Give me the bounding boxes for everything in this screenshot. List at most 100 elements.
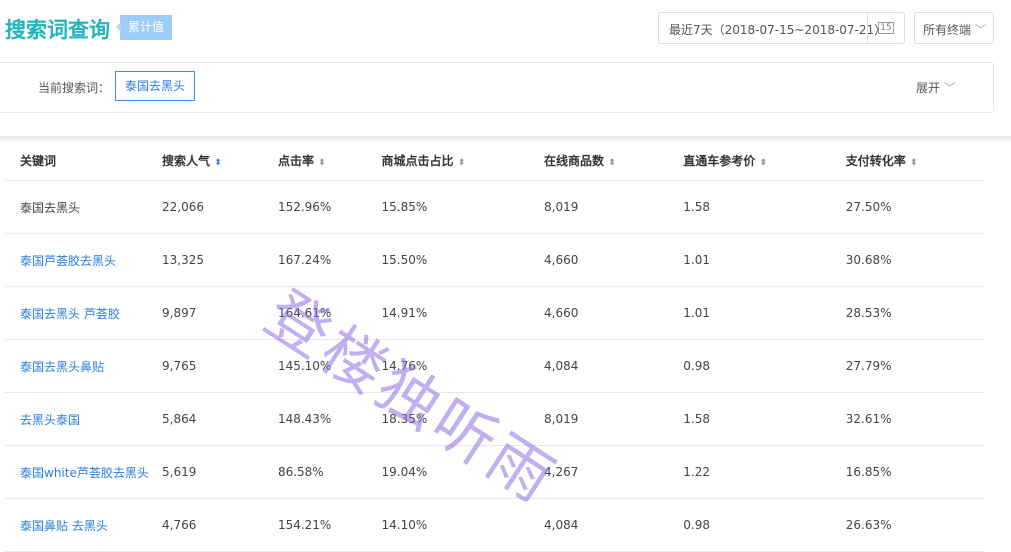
- table-cell: 0.98: [683, 498, 846, 552]
- table-cell: 8,019: [544, 392, 684, 446]
- cell-value: 14.10%: [381, 518, 428, 532]
- table-cell: 14.76%: [381, 339, 545, 393]
- table-cell: 泰国去黑头鼻贴: [5, 339, 162, 393]
- keyword-link[interactable]: 泰国鼻贴 去黑头: [20, 519, 108, 533]
- current-keyword-label: 当前搜索词：: [38, 81, 111, 95]
- table-cell: 14.91%: [381, 286, 545, 340]
- table-cell: 4,267: [544, 445, 684, 499]
- table-cell: 1.58: [683, 392, 846, 446]
- cell-value: 19.04%: [381, 465, 428, 479]
- cell-value: 5,864: [162, 412, 197, 426]
- table-cell: 泰国white芦荟胶去黑头: [5, 445, 162, 499]
- table-cell: 22,066: [162, 180, 278, 234]
- cell-value: 28.53%: [845, 306, 892, 320]
- column-header[interactable]: 点击率 ⬍: [277, 140, 382, 181]
- table-cell: 9,765: [162, 339, 278, 393]
- cell-value: 15.50%: [381, 253, 428, 267]
- column-header-label: 关键词: [20, 153, 57, 168]
- expand-label: 展开: [916, 81, 941, 95]
- table-cell: 1.58: [683, 180, 846, 234]
- current-keyword-tag[interactable]: 泰国去黑头: [115, 71, 195, 101]
- column-header-label: 直通车参考价: [683, 153, 756, 168]
- table-row: 泰国去黑头 芦荟胶 9,897 164.61% 14.91% 4,660 1.01 28.5…: [5, 286, 985, 340]
- cell-value: 15.85%: [381, 200, 428, 214]
- column-header[interactable]: 直通车参考价 ⬍: [683, 140, 846, 181]
- cell-value: 86.58%: [277, 465, 324, 479]
- cell-value: 26.63%: [845, 518, 892, 532]
- date-range-text: 最近7天（2018-07-15~2018-07-21）: [669, 23, 887, 37]
- table-cell: 4,766: [162, 498, 278, 552]
- table-cell: 86.58%: [277, 445, 382, 499]
- cell-value: 0.98: [683, 359, 710, 373]
- table-cell: 4,084: [544, 339, 684, 393]
- table-cell: 167.24%: [277, 233, 382, 287]
- calendar-icon[interactable]: 15: [867, 13, 904, 43]
- column-header[interactable]: 商城点击占比 ⬍: [381, 140, 545, 181]
- column-header[interactable]: 在线商品数 ⬍: [544, 140, 684, 181]
- table-row: 去黑头泰国 5,864 148.43% 18.35% 8,019 1.58 32.61%: [5, 392, 985, 446]
- table-cell: 0.98: [683, 339, 846, 393]
- cell-value: 22,066: [162, 200, 204, 214]
- table-row: 泰国鼻贴 去黑头 4,766 154.21% 14.10% 4,084 0.98 26.63…: [5, 498, 985, 552]
- cell-value: 1.01: [683, 253, 710, 267]
- table-cell: 泰国去黑头: [5, 180, 162, 234]
- cell-value: 18.35%: [381, 412, 428, 426]
- table-cell: 19.04%: [381, 445, 545, 499]
- sort-icon[interactable]: ⬍: [608, 158, 616, 168]
- table-cell: 148.43%: [277, 392, 382, 446]
- table-cell: 28.53%: [845, 286, 985, 340]
- cell-value: 8,019: [544, 412, 579, 426]
- table-cell: 泰国芦荟胶去黑头: [5, 233, 162, 287]
- table-cell: 4,660: [544, 286, 684, 340]
- table-row: 泰国去黑头 22,066 152.96% 15.85% 8,019 1.58 27.50%: [5, 180, 985, 234]
- terminal-select[interactable]: 所有终端 ﹀: [914, 12, 994, 44]
- table-row: 泰国white芦荟胶去黑头 5,619 86.58% 19.04% 4,267 1.22 1…: [5, 445, 985, 499]
- table-cell: 5,619: [162, 445, 278, 499]
- sort-icon[interactable]: ⬍: [318, 158, 326, 168]
- table-cell: 152.96%: [277, 180, 382, 234]
- column-header[interactable]: 搜索人气 ⬍: [162, 140, 278, 181]
- cell-value: 148.43%: [277, 412, 332, 426]
- column-header[interactable]: 支付转化率 ⬍: [845, 140, 985, 181]
- table-cell: 26.63%: [845, 498, 985, 552]
- sort-icon[interactable]: ⬍: [910, 158, 918, 168]
- table-cell: 145.10%: [277, 339, 382, 393]
- keyword-link[interactable]: 泰国芦荟胶去黑头: [20, 254, 116, 268]
- sort-icon[interactable]: ⬍: [759, 158, 767, 168]
- table-cell: 4,084: [544, 498, 684, 552]
- cell-value: 4,660: [544, 306, 579, 320]
- cell-value: 4,766: [162, 518, 197, 532]
- cell-value: 4,084: [544, 518, 579, 532]
- keyword-link[interactable]: 泰国去黑头鼻贴: [20, 360, 104, 374]
- table-cell: 1.01: [683, 233, 846, 287]
- cell-value: 154.21%: [277, 518, 332, 532]
- cumulative-badge: 累计值: [115, 15, 173, 40]
- cell-value: 16.85%: [845, 465, 892, 479]
- table-row: 泰国去黑头鼻贴 9,765 145.10% 14.76% 4,084 0.98 27.79%: [5, 339, 985, 393]
- keyword-link[interactable]: 泰国去黑头 芦荟胶: [20, 307, 120, 321]
- sort-icon[interactable]: ⬍: [214, 158, 222, 168]
- sort-icon[interactable]: ⬍: [458, 158, 466, 168]
- column-header: 关键词: [5, 140, 162, 181]
- calendar-day: 15: [878, 22, 894, 34]
- table-cell: 15.85%: [381, 180, 545, 234]
- page-title: 搜索词查询: [5, 18, 110, 42]
- chevron-down-icon: ﹀: [974, 23, 987, 37]
- expand-button[interactable]: 展开 ﹀: [916, 79, 956, 96]
- table-row: 泰国芦荟胶去黑头 13,325 167.24% 15.50% 4,660 1.01 30.6…: [5, 233, 985, 287]
- cell-value: 164.61%: [277, 306, 332, 320]
- table-cell: 8,019: [544, 180, 684, 234]
- keyword-link[interactable]: 泰国white芦荟胶去黑头: [20, 466, 149, 480]
- cell-value: 32.61%: [845, 412, 892, 426]
- column-header-label: 点击率: [277, 153, 314, 168]
- date-range-picker[interactable]: 最近7天（2018-07-15~2018-07-21） 15: [658, 12, 905, 44]
- table-cell: 13,325: [162, 233, 278, 287]
- keyword-table: 关键词 搜索人气 ⬍ 点击率 ⬍ 商城点击占比 ⬍ 在线商品数 ⬍ 直通车参考价 ⬍ 支付转…: [5, 140, 985, 552]
- table-cell: 5,864: [162, 392, 278, 446]
- keyword-link[interactable]: 去黑头泰国: [20, 413, 80, 427]
- table-cell: 27.50%: [845, 180, 985, 234]
- terminal-label: 所有终端: [923, 23, 972, 37]
- cell-value: 5,619: [162, 465, 197, 479]
- table-cell: 泰国去黑头 芦荟胶: [5, 286, 162, 340]
- table-cell: 1.01: [683, 286, 846, 340]
